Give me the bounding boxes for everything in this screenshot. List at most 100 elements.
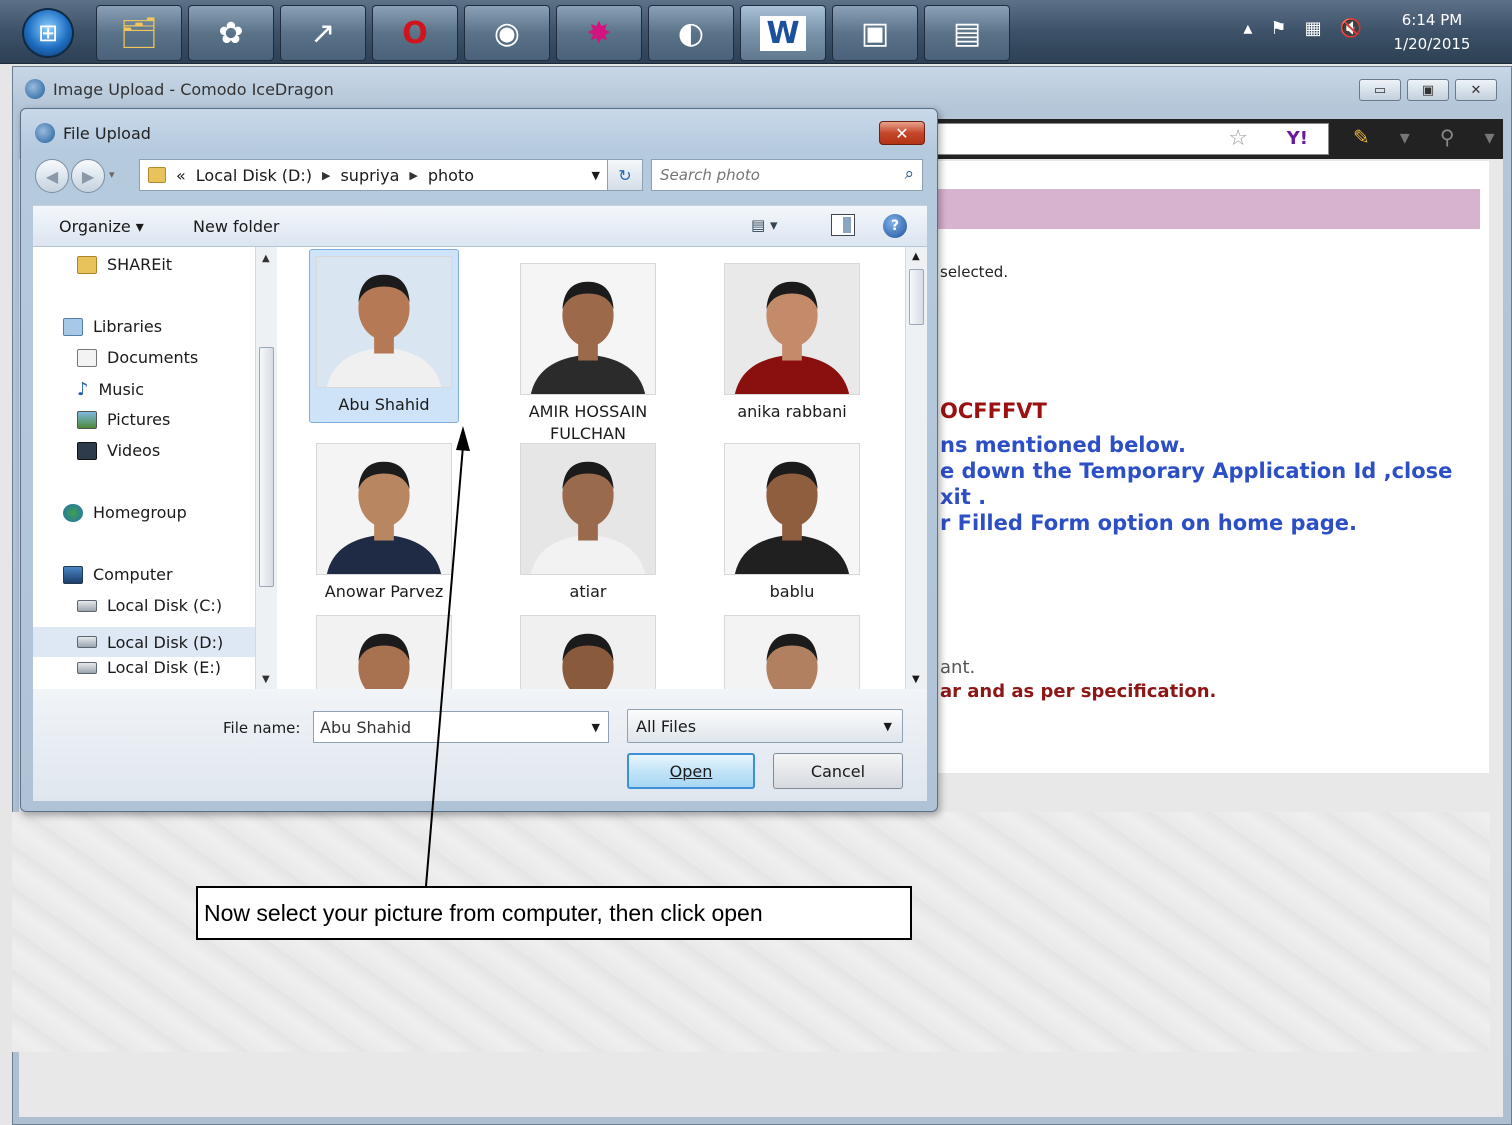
nav-item-computer[interactable]: Computer — [63, 565, 173, 584]
help-icon[interactable]: ? — [883, 214, 907, 238]
minimize-button[interactable]: ▭ — [1359, 79, 1401, 101]
chevron-down-icon[interactable]: ▼ — [592, 721, 600, 734]
nav-item-local-disk-c[interactable]: Local Disk (C:) — [77, 596, 222, 615]
nav-item-shareit[interactable]: SHAREit — [77, 255, 172, 274]
file-type-select[interactable]: All Files ▼ — [627, 709, 903, 743]
volume-muted-icon[interactable]: 🔇 — [1340, 18, 1362, 39]
cancel-button[interactable]: Cancel — [773, 753, 903, 789]
taskbar-shortcut-button[interactable]: ↗ — [280, 5, 366, 61]
flag-icon[interactable]: ⚑ — [1270, 18, 1286, 39]
file-item[interactable] — [309, 609, 459, 689]
file-name-caption: Anowar Parvez — [324, 582, 444, 601]
file-item[interactable] — [513, 609, 663, 689]
nav-item-libraries[interactable]: Libraries — [63, 317, 162, 336]
scroll-down-icon[interactable]: ▼ — [262, 674, 270, 685]
open-button[interactable]: Open — [627, 753, 755, 789]
new-folder-button[interactable]: New folder — [193, 217, 279, 236]
file-item[interactable]: anika rabbani — [717, 257, 867, 423]
pin-icon[interactable]: ⚲ — [1440, 125, 1455, 149]
nav-item-local-disk-d[interactable]: Local Disk (D:) — [33, 627, 264, 657]
nav-item-pictures[interactable]: Pictures — [77, 410, 170, 429]
file-list-scrollbar[interactable]: ▲ ▼ — [905, 247, 927, 689]
dropdown-icon[interactable]: ▾ — [1400, 125, 1410, 149]
scroll-thumb[interactable] — [259, 347, 274, 587]
file-name-input[interactable] — [320, 718, 570, 737]
refresh-button[interactable]: ↻ — [607, 159, 643, 191]
start-button[interactable]: ⊞ — [22, 8, 74, 58]
preview-pane-icon[interactable] — [831, 214, 855, 236]
breadcrumb[interactable]: « Local Disk (D:) ▶ supriya ▶ photo ▼ — [139, 159, 609, 191]
scroll-up-icon[interactable]: ▲ — [262, 253, 270, 264]
file-item[interactable]: bablu — [717, 437, 867, 603]
comp-icon — [63, 565, 83, 584]
change-view-icon[interactable]: ▤ ▾ — [751, 216, 777, 234]
organize-menu[interactable]: Organize ▾ — [59, 217, 144, 236]
taskbar-media-player-button[interactable]: ◉ — [464, 5, 550, 61]
nav-item-music[interactable]: ♪ Music — [77, 379, 144, 400]
bookmark-star-icon[interactable]: ☆ — [1228, 126, 1248, 151]
maximize-button[interactable]: ▣ — [1407, 79, 1449, 101]
taskbar-picture-viewer-button[interactable]: ▣ — [832, 5, 918, 61]
file-item[interactable]: Abu Shahid — [309, 249, 459, 423]
navigation-scrollbar[interactable]: ▲ ▼ — [255, 247, 277, 689]
pencil-icon[interactable]: ✎ — [1353, 125, 1370, 149]
page-text-line5: ant. — [940, 657, 976, 678]
yahoo-search-icon[interactable]: Y! — [1287, 128, 1308, 149]
scroll-up-icon[interactable]: ▲ — [912, 251, 920, 262]
file-item[interactable] — [717, 609, 867, 689]
chevron-right-icon[interactable]: ▶ — [322, 169, 330, 182]
file-item[interactable]: Anowar Parvez — [309, 437, 459, 603]
portrait-image — [521, 444, 655, 574]
taskbar-word-button[interactable]: W — [740, 5, 826, 61]
breadcrumb-item[interactable]: supriya — [340, 166, 399, 185]
breadcrumb-prefix[interactable]: « — [176, 166, 186, 185]
search-box[interactable]: ⌕ — [651, 159, 923, 191]
clock-date: 1/20/2015 — [1393, 35, 1471, 53]
icedragon-icon — [35, 123, 55, 143]
forward-button[interactable]: ▶ — [71, 159, 105, 193]
nav-item-local-disk-e[interactable]: Local Disk (E:) — [77, 658, 221, 677]
shortcut-icon: ↗ — [310, 15, 336, 51]
nav-item-videos[interactable]: Videos — [77, 441, 160, 460]
back-button[interactable]: ◀ — [35, 159, 69, 193]
scroll-down-icon[interactable]: ▼ — [912, 674, 920, 685]
breadcrumb-item[interactable]: photo — [428, 166, 474, 185]
file-list: Abu Shahid AMIR HOSSAIN FULCHAN anika rabb… — [277, 247, 905, 689]
dialog-close-button[interactable]: ✕ — [879, 121, 925, 145]
doc-icon — [77, 348, 97, 367]
file-name-field[interactable]: ▼ — [313, 711, 609, 743]
taskbar-icedragon-button[interactable]: ◐ — [648, 5, 734, 61]
file-upload-dialog: File Upload ✕ ◀ ▶ ▾ « Local Disk (D:) ▶ … — [20, 108, 938, 812]
file-item[interactable]: atiar — [513, 437, 663, 603]
menu-dropdown-icon[interactable]: ▾ — [1484, 125, 1494, 149]
search-icon[interactable]: ⌕ — [904, 164, 914, 184]
page-text-line4: r Filled Form option on home page. — [940, 511, 1358, 535]
page-text-selected: selected. — [940, 263, 1009, 281]
disk-icon — [77, 661, 97, 674]
folder-icon — [148, 167, 166, 183]
dialog-footer: File name: ▼ All Files ▼ Open Cancel — [33, 689, 927, 801]
taskbar-app-red-button[interactable]: ✸ — [556, 5, 642, 61]
taskbar-explorer-button[interactable]: 🗂 — [96, 5, 182, 61]
taskbar-notepad-button[interactable]: ▤ — [924, 5, 1010, 61]
taskbar-opera-button[interactable]: O — [372, 5, 458, 61]
recent-locations-icon[interactable]: ▾ — [109, 168, 115, 181]
file-name-caption: atiar — [569, 582, 607, 601]
vid-icon — [77, 441, 97, 460]
taskbar-picasa-button[interactable]: ✿ — [188, 5, 274, 61]
clock[interactable]: 6:14 PM 1/20/2015 — [1382, 8, 1482, 56]
close-button[interactable]: ✕ — [1455, 79, 1497, 101]
browser-title: Image Upload - Comodo IceDragon — [53, 79, 334, 99]
tray-overflow-icon[interactable]: ▴ — [1243, 18, 1252, 39]
chevron-down-icon[interactable]: ▼ — [592, 169, 600, 182]
search-input[interactable] — [660, 166, 880, 184]
address-bar[interactable]: ☆ Y! — [933, 123, 1329, 155]
chevron-right-icon[interactable]: ▶ — [409, 169, 417, 182]
network-icon[interactable]: ▦ — [1305, 18, 1322, 39]
breadcrumb-item[interactable]: Local Disk (D:) — [196, 166, 312, 185]
nav-item-documents[interactable]: Documents — [77, 348, 198, 367]
navigation-row: ◀ ▶ ▾ « Local Disk (D:) ▶ supriya ▶ phot… — [35, 159, 925, 193]
file-item[interactable]: AMIR HOSSAIN FULCHAN — [513, 257, 663, 445]
nav-item-homegroup[interactable]: Homegroup — [63, 503, 187, 522]
scroll-thumb[interactable] — [909, 269, 924, 325]
